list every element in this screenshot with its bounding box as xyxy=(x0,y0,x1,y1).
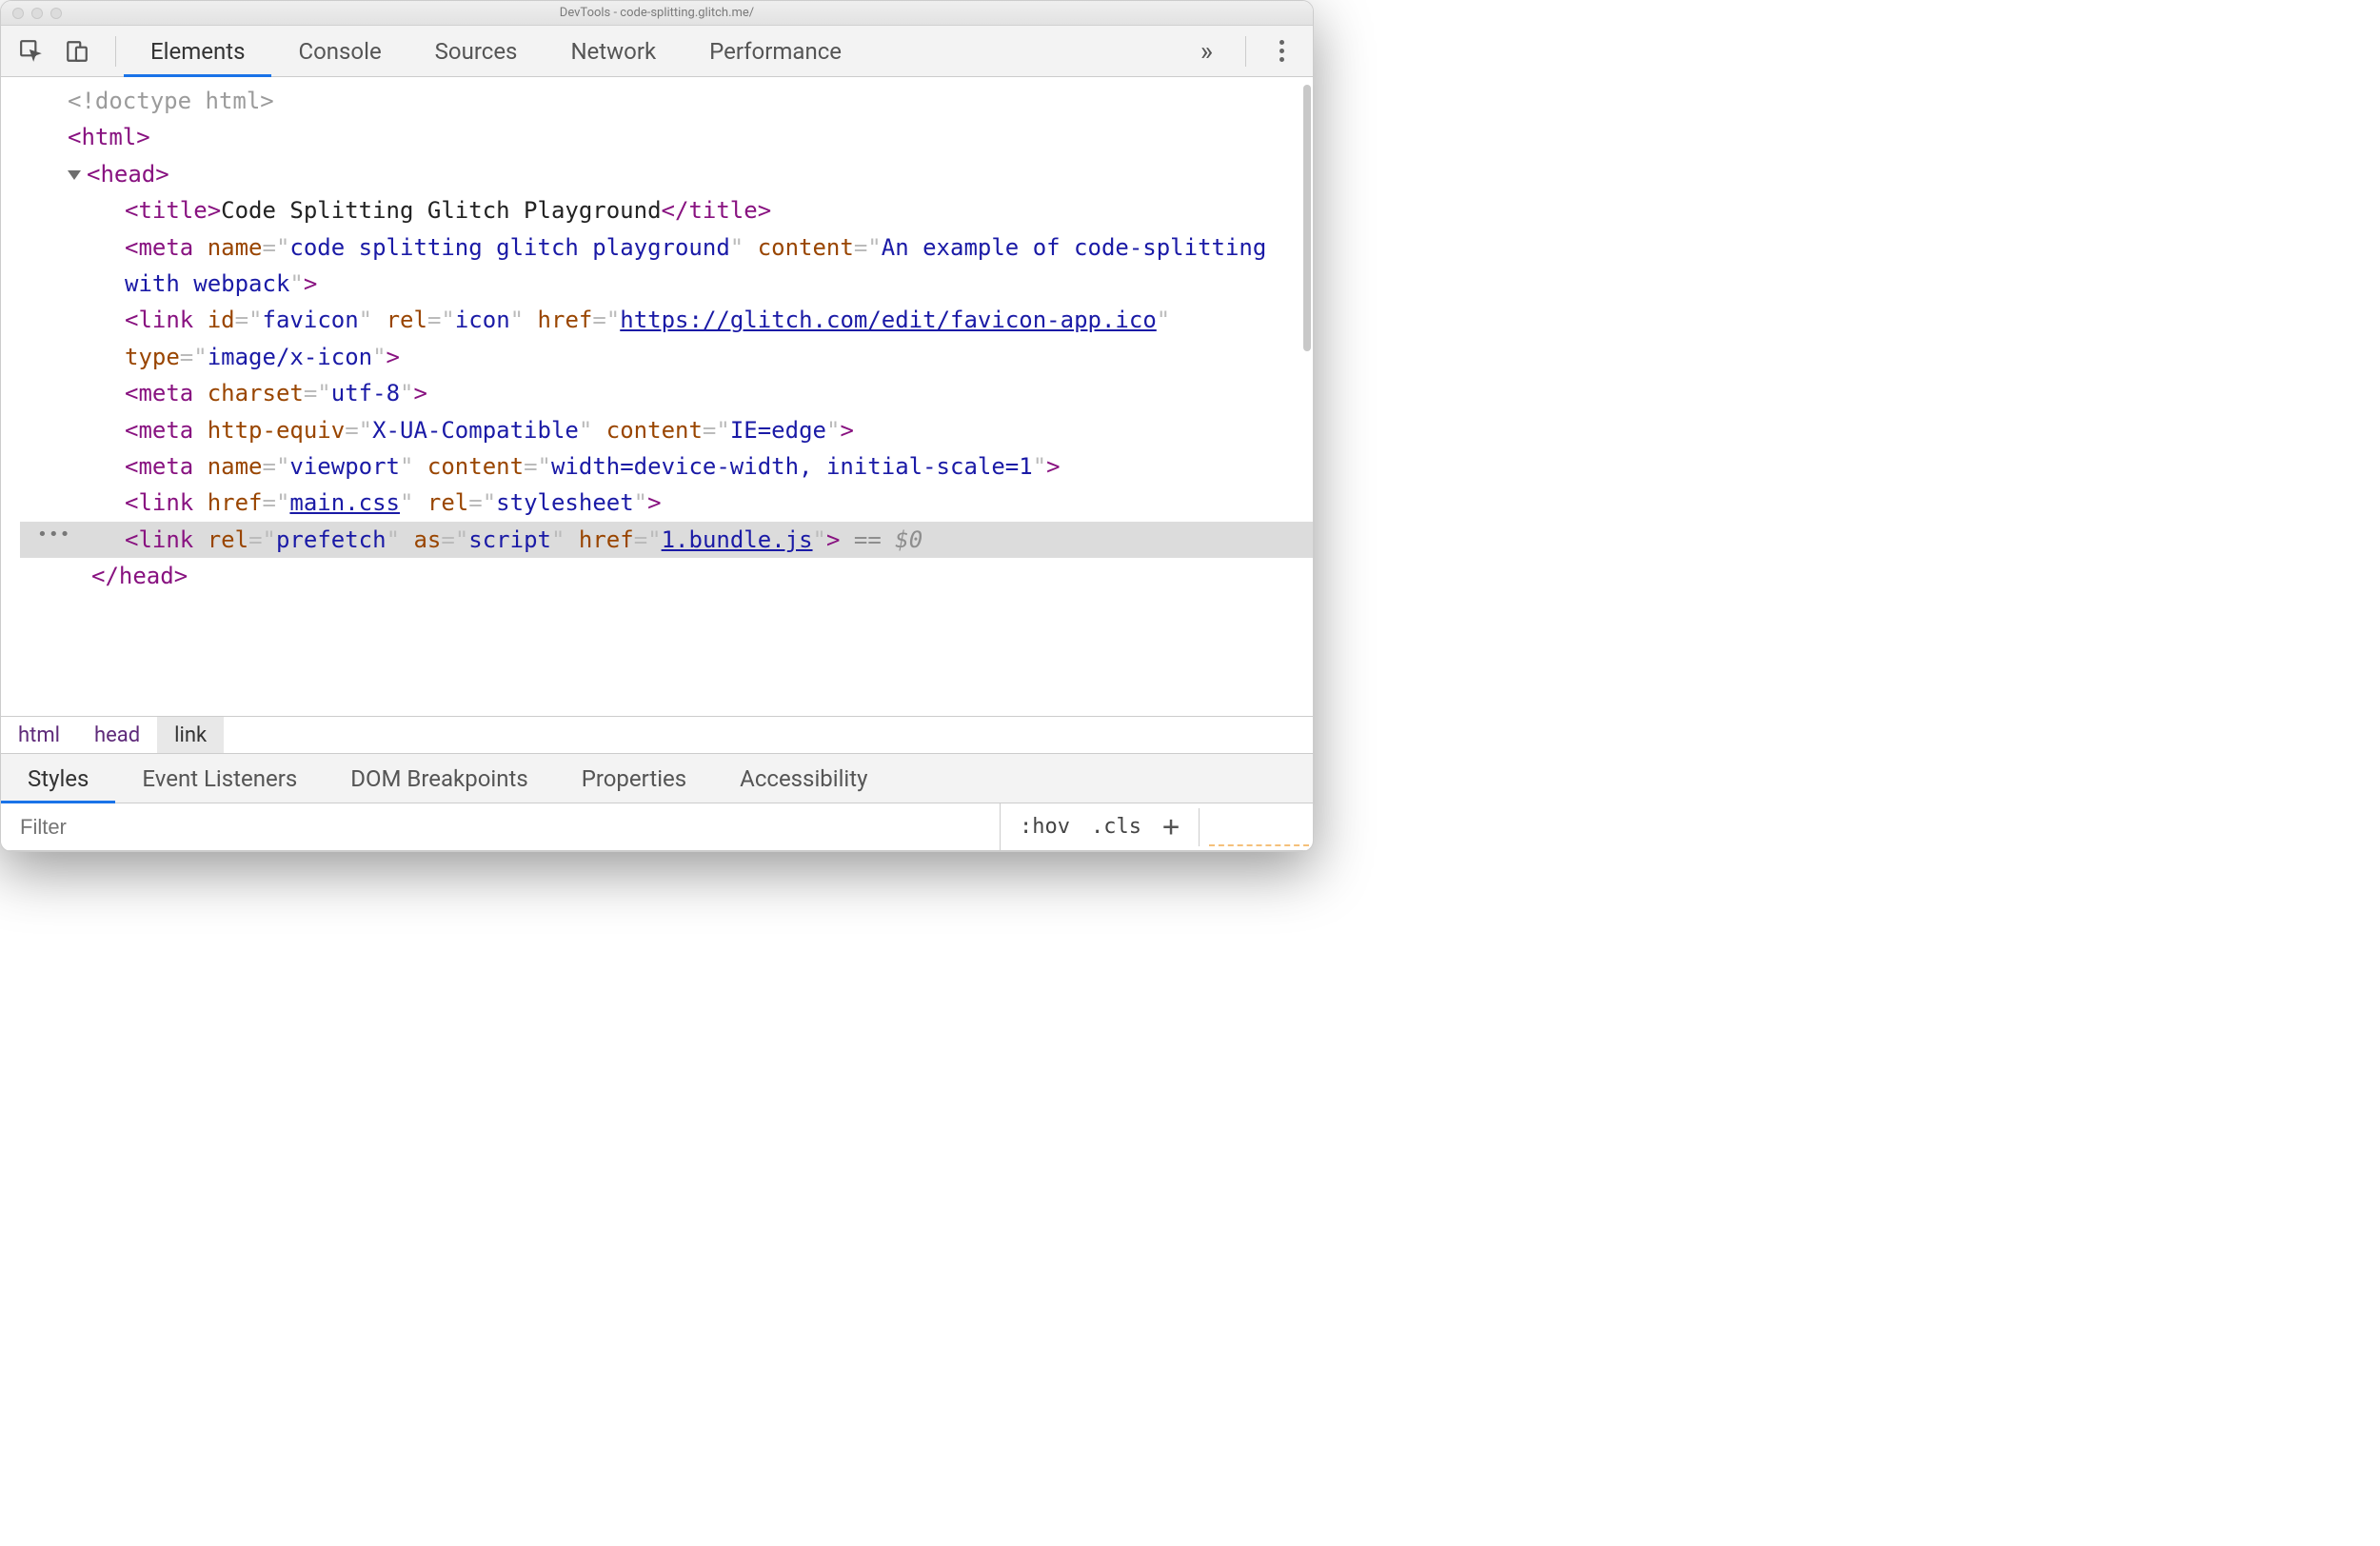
tab-accessibility[interactable]: Accessibility xyxy=(713,754,894,803)
breadcrumb-html[interactable]: html xyxy=(1,717,77,753)
tab-sources[interactable]: Sources xyxy=(408,26,545,76)
filter-input[interactable] xyxy=(1,803,1000,850)
dom-node[interactable]: <link href="main.css" rel="stylesheet"> xyxy=(20,485,1313,521)
breadcrumb-head[interactable]: head xyxy=(77,717,157,753)
dom-node-selected[interactable]: <link rel="prefetch" as="script" href="1… xyxy=(20,522,1313,558)
main-toolbar: Elements Console Sources Network Perform… xyxy=(1,26,1313,77)
window-title: DevTools - code-splitting.glitch.me/ xyxy=(1,6,1313,20)
hover-toggle[interactable]: :hov xyxy=(1020,815,1070,839)
scrollbar[interactable] xyxy=(1303,85,1311,351)
minimize-window-icon[interactable] xyxy=(31,8,43,19)
class-toggle[interactable]: .cls xyxy=(1091,815,1141,839)
tag: html xyxy=(81,124,136,150)
tab-elements[interactable]: Elements xyxy=(124,26,271,76)
dom-node[interactable]: <!doctype html> xyxy=(20,83,1313,119)
device-toolbar-icon[interactable] xyxy=(64,38,90,65)
tag: head xyxy=(100,161,155,188)
separator xyxy=(1245,36,1246,67)
sidebar-tabs: Styles Event Listeners DOM Breakpoints P… xyxy=(1,754,1313,803)
styles-filter-row: :hov .cls + xyxy=(1,803,1313,851)
close-window-icon[interactable] xyxy=(12,8,24,19)
dom-tree[interactable]: <!doctype html> <html> <head> <title>Cod… xyxy=(1,77,1313,716)
doctype: <!doctype html> xyxy=(68,88,274,114)
panel-tabs: Elements Console Sources Network Perform… xyxy=(124,26,868,76)
inspect-element-icon[interactable] xyxy=(18,38,45,65)
zoom-window-icon[interactable] xyxy=(50,8,62,19)
tab-console[interactable]: Console xyxy=(271,26,407,76)
new-style-rule-icon[interactable]: + xyxy=(1162,810,1180,843)
traffic-lights xyxy=(1,8,62,19)
breadcrumb: html head link xyxy=(1,716,1313,754)
dom-node[interactable]: <meta name="code splitting glitch playgr… xyxy=(20,229,1313,303)
dom-node[interactable]: </head> xyxy=(20,558,1313,594)
dom-node[interactable]: <meta charset="utf-8"> xyxy=(20,375,1313,411)
dom-node[interactable]: <html> xyxy=(20,119,1313,155)
dom-node[interactable]: <link id="favicon" rel="icon" href="http… xyxy=(20,302,1313,375)
dom-node[interactable]: <title>Code Splitting Glitch Playground<… xyxy=(20,192,1313,228)
dom-node[interactable]: <head> xyxy=(20,156,1313,192)
breadcrumb-link[interactable]: link xyxy=(157,717,224,753)
console-reference: == $0 xyxy=(840,526,922,553)
collapse-arrow-icon[interactable] xyxy=(68,170,81,180)
tab-network[interactable]: Network xyxy=(544,26,683,76)
tab-properties[interactable]: Properties xyxy=(555,754,713,803)
box-model-preview xyxy=(1199,808,1313,846)
dom-node[interactable]: <meta http-equiv="X-UA-Compatible" conte… xyxy=(20,412,1313,448)
window-titlebar: DevTools - code-splitting.glitch.me/ xyxy=(1,1,1313,26)
settings-menu-icon[interactable] xyxy=(1267,40,1296,62)
tab-styles[interactable]: Styles xyxy=(1,754,115,803)
more-tabs-icon[interactable]: » xyxy=(1189,35,1224,67)
tab-dom-breakpoints[interactable]: DOM Breakpoints xyxy=(324,754,554,803)
separator xyxy=(115,36,116,67)
tab-performance[interactable]: Performance xyxy=(683,26,868,76)
dom-node[interactable]: <meta name="viewport" content="width=dev… xyxy=(20,448,1313,485)
devtools-window: DevTools - code-splitting.glitch.me/ Ele… xyxy=(0,0,1314,852)
tab-event-listeners[interactable]: Event Listeners xyxy=(115,754,324,803)
